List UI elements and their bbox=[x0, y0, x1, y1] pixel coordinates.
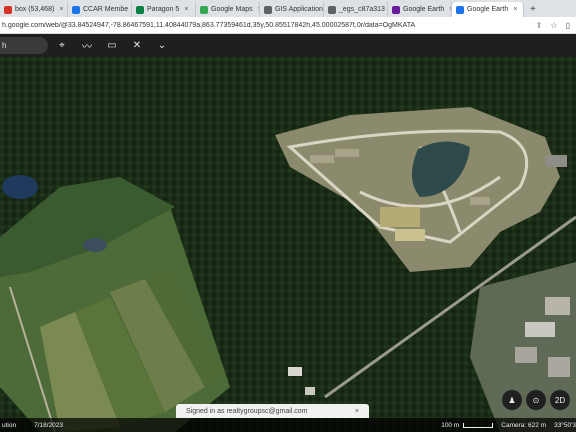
tab-5[interactable]: _egs_c87a313× bbox=[324, 2, 388, 17]
tab-favicon bbox=[72, 5, 80, 14]
close-icon[interactable]: × bbox=[59, 6, 63, 13]
tab-label: Paragon 5 bbox=[147, 6, 180, 13]
signin-toast: Signed in as realtygroupsc@gmail.com × bbox=[176, 404, 369, 418]
tab-4[interactable]: GIS Application× bbox=[260, 2, 324, 17]
ruler-icon[interactable]: ▭ bbox=[101, 40, 123, 51]
tab-favicon bbox=[4, 5, 12, 14]
tab-2[interactable]: Paragon 5 × bbox=[132, 2, 196, 17]
tab-favicon bbox=[200, 5, 208, 14]
imagery-date: 7/18/2023 bbox=[34, 421, 64, 429]
tab-6[interactable]: Google Earth× bbox=[388, 2, 452, 17]
tab-favicon bbox=[328, 5, 336, 14]
tab-label: box (53,468) bbox=[15, 6, 55, 13]
url-text[interactable]: h.google.com/web/@33.84524947,-78.864675… bbox=[0, 22, 536, 29]
tab-label: GIS Application bbox=[275, 6, 323, 13]
pegman-icon[interactable]: ♟ bbox=[502, 390, 522, 410]
satellite-map[interactable] bbox=[0, 57, 576, 432]
tab-favicon bbox=[392, 5, 400, 14]
map-pin-icon[interactable]: ⌖ bbox=[51, 40, 73, 51]
coordinates: 33°50'3 bbox=[554, 421, 576, 429]
tab-label: Google Earth bbox=[467, 6, 509, 13]
view-2d-button[interactable]: 2D bbox=[550, 390, 570, 410]
tab-favicon bbox=[456, 5, 464, 14]
no-satellite-icon[interactable]: ✕ bbox=[126, 40, 148, 51]
sidebar-icon[interactable]: ▯ bbox=[566, 21, 570, 30]
tab-label: _egs_c87a313 bbox=[339, 6, 385, 13]
tab-7[interactable]: Google Earth × bbox=[452, 2, 524, 17]
tab-strip: box (53,468)× CCAR Membe× Paragon 5× Goo… bbox=[0, 0, 576, 17]
tab-favicon bbox=[136, 5, 144, 14]
tab-label: Google Earth bbox=[403, 6, 445, 13]
status-bar: ution 7/18/2023 100 m Camera: 622 m 33°5… bbox=[0, 418, 576, 432]
path-icon[interactable]: 〰 bbox=[76, 38, 98, 53]
earth-toolbar: h ⌖ 〰 ▭ ✕ ⌄ bbox=[0, 34, 576, 57]
close-icon[interactable]: × bbox=[184, 6, 188, 13]
close-icon[interactable]: × bbox=[513, 6, 517, 13]
close-icon[interactable]: × bbox=[355, 408, 359, 415]
tab-label: CCAR Membe bbox=[83, 6, 129, 13]
attribution-text[interactable]: ution bbox=[0, 422, 16, 429]
toast-message: Signed in as realtygroupsc@gmail.com bbox=[186, 407, 308, 415]
tab-favicon bbox=[264, 5, 272, 14]
tab-label: Google Maps bbox=[211, 6, 253, 13]
tab-1[interactable]: CCAR Membe× bbox=[68, 2, 132, 17]
share-icon[interactable]: ⇪ bbox=[536, 21, 543, 30]
compass-icon[interactable]: ⊙ bbox=[526, 390, 546, 410]
satellite-imagery bbox=[0, 57, 576, 432]
bookmark-star-icon[interactable]: ☆ bbox=[550, 21, 557, 30]
address-bar[interactable]: h.google.com/web/@33.84524947,-78.864675… bbox=[0, 17, 576, 34]
scale-bar bbox=[463, 422, 494, 428]
new-tab-button[interactable]: + bbox=[524, 2, 542, 17]
tab-3[interactable]: Google Maps× bbox=[196, 2, 260, 17]
scale-label: 100 m bbox=[441, 421, 460, 429]
tab-0[interactable]: box (53,468) × bbox=[0, 2, 68, 17]
camera-altitude: Camera: 622 m bbox=[501, 421, 547, 429]
search-input[interactable]: h bbox=[0, 37, 48, 54]
chevron-down-icon[interactable]: ⌄ bbox=[151, 40, 173, 51]
address-actions: ⇪ ☆ ▯ bbox=[536, 21, 576, 30]
